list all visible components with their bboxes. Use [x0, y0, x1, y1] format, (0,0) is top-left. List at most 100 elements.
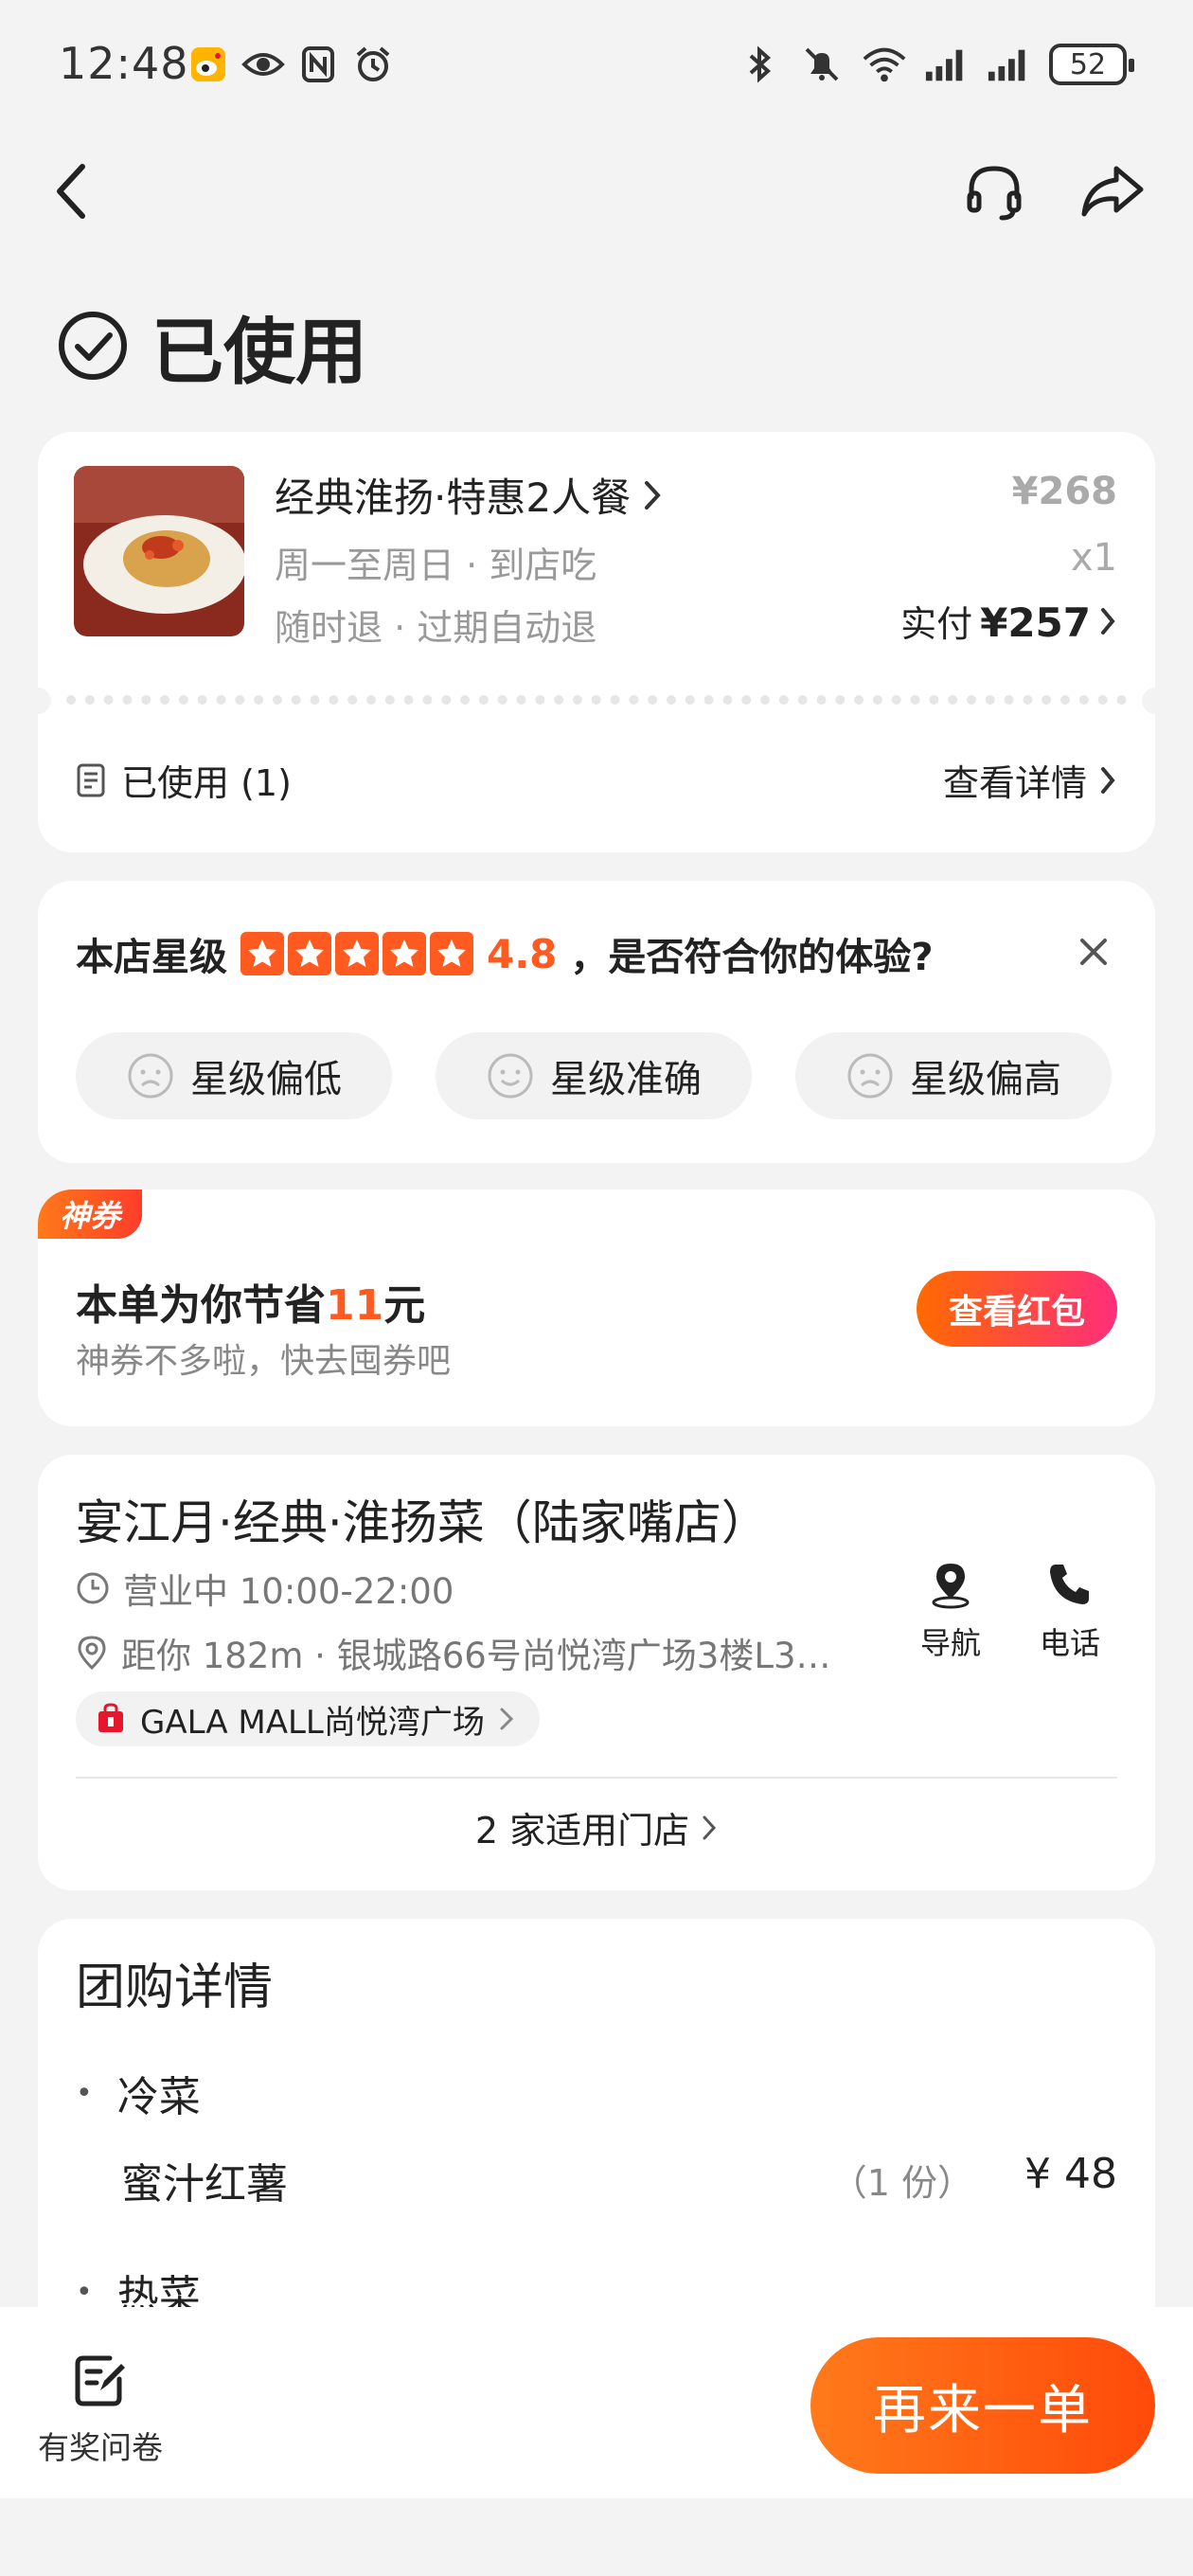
status-time: 12:48	[59, 38, 189, 89]
rating-option-low[interactable]: 星级偏低	[76, 1032, 392, 1119]
coupon-tag: 神券	[38, 1190, 142, 1239]
share-button[interactable]	[1070, 153, 1155, 229]
rating-option-high[interactable]: 星级偏高	[795, 1032, 1112, 1119]
close-rating-button[interactable]	[1070, 928, 1117, 975]
savings-subtitle: 神券不多啦，快去囤券吧	[76, 1342, 452, 1381]
survey-label: 有奖问卷	[38, 2429, 163, 2466]
mall-link[interactable]: GALA MALL尚悦湾广场	[76, 1691, 540, 1746]
mute-icon	[799, 42, 845, 87]
star-icon	[288, 932, 331, 975]
store-name[interactable]: 宴江月·经典·淮扬菜（陆家嘴店）	[76, 1485, 769, 1553]
store-address-text: 距你 182m · 银城路66号尚悦湾广场3楼L3…	[121, 1636, 831, 1676]
used-count-label: 已使用 (1)	[121, 762, 292, 804]
sad-face-icon	[128, 1053, 173, 1099]
customer-service-button[interactable]	[956, 153, 1032, 229]
savings-title: 本单为你节省11元	[76, 1271, 425, 1332]
gesture-bar-area	[0, 2498, 1193, 2576]
product-usage-info: 周一至周日 · 到店吃	[275, 545, 597, 586]
category-row: • 冷菜	[76, 2063, 201, 2123]
order-card: 经典淮扬·特惠2人餐 周一至周日 · 到店吃 随时退 · 过期自动退 ¥268 …	[25, 432, 1168, 852]
signal-icon	[924, 42, 970, 87]
star-icon	[240, 932, 284, 975]
chevron-right-icon	[1101, 766, 1115, 794]
coupon-savings-card: 神券 本单为你节省11元 神券不多啦，快去囤券吧 查看红包	[38, 1190, 1155, 1426]
view-red-packet-button[interactable]: 查看红包	[917, 1271, 1117, 1347]
star-icon	[335, 932, 379, 975]
order-status-title: 已使用	[151, 310, 367, 394]
shopping-bag-icon	[98, 1703, 123, 1732]
close-icon	[1080, 939, 1107, 965]
reorder-button[interactable]: 再来一单	[810, 2337, 1155, 2474]
rating-option-accurate[interactable]: 星级准确	[436, 1032, 752, 1119]
phone-icon	[1050, 1565, 1089, 1604]
eye-icon	[240, 42, 286, 87]
chevron-right-icon	[1101, 608, 1115, 635]
product-title-link[interactable]: 经典淮扬·特惠2人餐	[275, 466, 663, 524]
clock-icon	[77, 1572, 109, 1604]
original-price: ¥268	[1011, 470, 1117, 513]
wifi-icon	[862, 42, 907, 87]
rating-question: 本店星级 4.8 ，是否符合你的体验?	[76, 926, 934, 981]
store-address[interactable]: 距你 182m · 银城路66号尚悦湾广场3楼L3…	[76, 1627, 899, 1678]
star-icon	[383, 932, 426, 975]
navigate-button[interactable]: 导航	[903, 1559, 998, 1663]
back-button[interactable]	[38, 153, 104, 229]
product-title: 经典淮扬·特惠2人餐	[275, 474, 632, 521]
rating-label: 本店星级	[76, 936, 227, 979]
rating-option-label: 星级偏高	[910, 1058, 1061, 1101]
dish-price: ¥ 48	[1024, 2150, 1117, 2198]
nfc-icon	[295, 42, 341, 87]
store-hours-text: 营业中 10:00-22:00	[123, 1571, 454, 1612]
dish-name: 蜜汁红薯	[121, 2160, 288, 2209]
chevron-right-icon	[500, 1708, 513, 1730]
view-details-link[interactable]: 查看详情	[943, 754, 1117, 806]
divider	[76, 1777, 1117, 1779]
alarm-icon	[350, 42, 396, 87]
savings-prefix: 本单为你节省	[76, 1281, 326, 1330]
top-nav-bar	[0, 142, 1193, 246]
edit-survey-icon	[75, 2355, 125, 2406]
rating-feedback-card: 本店星级 4.8 ，是否符合你的体验? 星级偏低 星级准确 星级偏高	[38, 881, 1155, 1163]
bullet-icon: •	[76, 2076, 93, 2110]
view-details-label: 查看详情	[942, 762, 1087, 804]
navigation-pin-icon	[932, 1564, 970, 1609]
chevron-right-icon	[645, 480, 661, 510]
used-voucher-row: 已使用 (1)	[76, 754, 292, 806]
dish-portion: （1 份）	[830, 2162, 973, 2204]
ticket-divider	[66, 695, 1127, 705]
star-rating	[240, 932, 473, 975]
star-icon	[430, 932, 473, 975]
rating-options: 星级偏低 星级准确 星级偏高	[76, 1032, 1112, 1119]
mall-name: GALA MALL尚悦湾广场	[140, 1703, 485, 1742]
paid-label: 实付	[900, 603, 973, 645]
weibo-icon	[186, 42, 231, 87]
bottom-action-bar: 有奖问卷 再来一单	[0, 2307, 1193, 2498]
paid-amount: ¥257	[980, 599, 1091, 646]
savings-unit: 元	[383, 1281, 426, 1330]
call-button[interactable]: 电话	[1023, 1559, 1117, 1663]
chevron-right-icon	[703, 1816, 717, 1839]
applicable-stores-link[interactable]: 2 家适用门店	[38, 1801, 1155, 1853]
paid-amount-link[interactable]: 实付 ¥257	[900, 595, 1117, 647]
navigate-label: 导航	[919, 1625, 981, 1661]
savings-amount: 11	[326, 1281, 384, 1330]
quantity: x1	[1070, 536, 1117, 580]
check-circle-icon	[59, 312, 127, 380]
document-icon	[77, 763, 105, 796]
chevron-left-icon	[57, 164, 85, 219]
call-label: 电话	[1039, 1625, 1100, 1661]
store-info-card: 宴江月·经典·淮扬菜（陆家嘴店） 营业中 10:00-22:00 距你 182m…	[38, 1455, 1155, 1890]
category-name: 冷菜	[116, 2073, 201, 2121]
smile-face-icon	[488, 1053, 533, 1099]
signal-icon	[987, 42, 1032, 87]
product-thumbnail[interactable]	[74, 466, 244, 636]
applicable-stores-label: 2 家适用门店	[474, 1810, 690, 1852]
sad-face-icon	[847, 1053, 893, 1099]
ticket-notch	[25, 688, 51, 714]
product-refund-policy: 随时退 · 过期自动退	[275, 607, 597, 649]
rating-option-label: 星级偏低	[190, 1058, 342, 1101]
survey-button[interactable]: 有奖问卷	[34, 2352, 167, 2468]
bluetooth-icon	[737, 42, 782, 87]
share-icon	[1081, 166, 1144, 217]
location-pin-icon	[78, 1636, 106, 1671]
